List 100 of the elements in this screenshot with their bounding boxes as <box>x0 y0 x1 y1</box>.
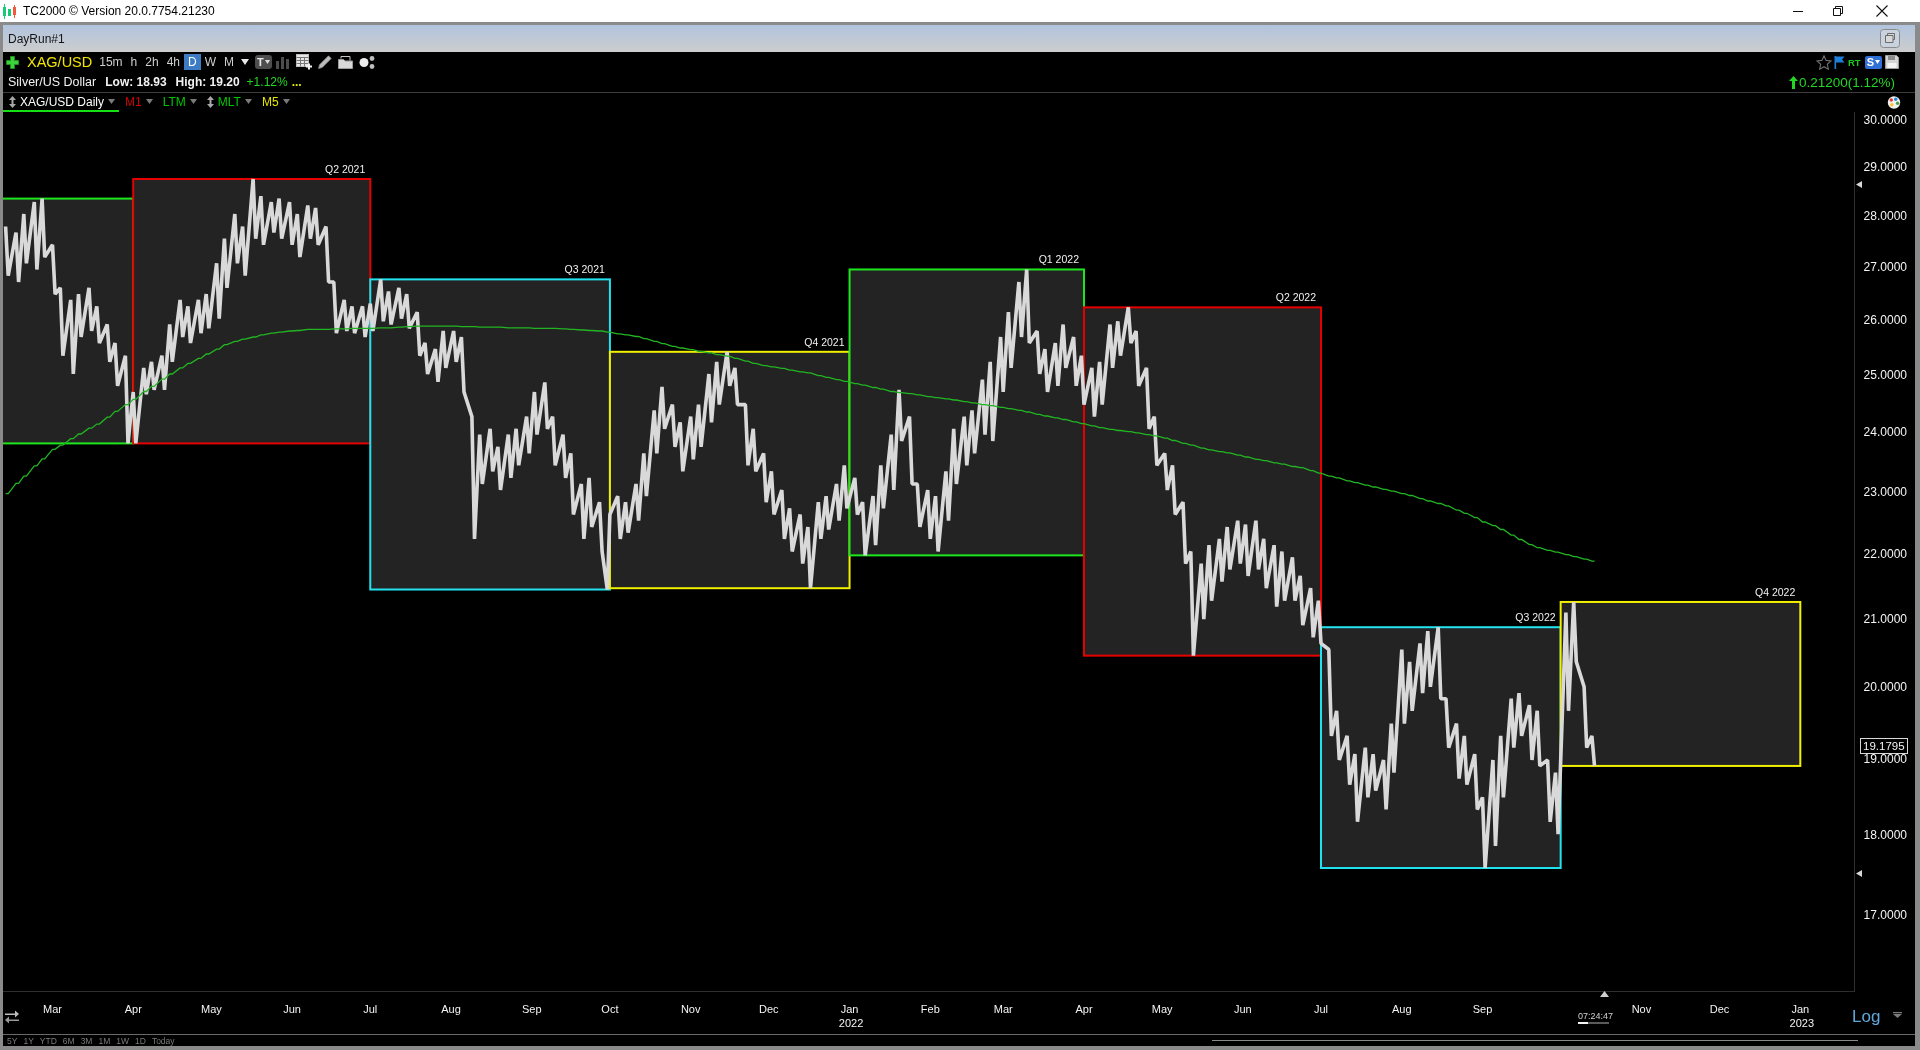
date-axis-label: Jun <box>1234 1003 1252 1015</box>
restore-windows-icon[interactable] <box>1880 29 1900 48</box>
share-icon[interactable] <box>358 55 375 69</box>
date-axis-label: Mar <box>993 1003 1013 1015</box>
date-axis-label: Aug <box>1392 1003 1412 1015</box>
range-button[interactable]: Today <box>148 1035 178 1046</box>
indicator-tab[interactable]: M1 <box>119 93 157 112</box>
quarter-label: Q2 2022 <box>1275 291 1316 304</box>
last-price-tag: 19.1795 <box>1860 738 1908 755</box>
candlestick-logo-icon <box>3 3 17 19</box>
ellipsis-link[interactable]: ... <box>291 75 302 89</box>
date-axis-label: Nov <box>680 1003 701 1015</box>
caret-icon <box>108 99 116 104</box>
range-button[interactable]: YTD <box>36 1035 60 1046</box>
layout-title: DayRun#1 <box>8 31 65 46</box>
timeframe-button[interactable]: W <box>200 54 220 70</box>
save-icon[interactable] <box>1885 55 1899 69</box>
timeframe-button[interactable]: 4h <box>162 54 184 70</box>
high-value: High: 19.20 <box>175 75 240 89</box>
price-axis-label: 28.0000 <box>1863 209 1907 224</box>
text-tool-button[interactable]: T <box>255 55 272 69</box>
date-axis-label: Sep <box>1472 1003 1493 1015</box>
indicator-tab[interactable]: M5 <box>255 93 294 112</box>
star-icon[interactable] <box>1816 54 1832 70</box>
log-scale-toggle[interactable]: Log <box>1852 1007 1881 1027</box>
price-axis-label: 23.0000 <box>1863 484 1907 499</box>
quarter-label: Q3 2021 <box>564 263 605 276</box>
quarter-label: Q4 2022 <box>1755 585 1796 598</box>
range-button[interactable]: 3M <box>77 1035 96 1046</box>
scan-menu-button[interactable]: S <box>1864 55 1882 69</box>
price-axis-label: 17.0000 <box>1863 908 1907 922</box>
timeframe-button[interactable]: 2h <box>141 54 163 70</box>
quarter-label: Q2 2021 <box>325 163 366 175</box>
scrollbar-thumb[interactable] <box>1212 1040 1858 1041</box>
price-axis-label: 21.0000 <box>1863 612 1907 627</box>
pencil-icon[interactable] <box>317 55 332 69</box>
date-axis-label: Apr <box>124 1003 142 1015</box>
caret-icon <box>244 99 252 104</box>
price-axis-label: 24.0000 <box>1863 425 1907 440</box>
price-axis-label: 25.0000 <box>1863 368 1907 383</box>
date-axis-label: Jun <box>283 1003 301 1015</box>
timeframe-button[interactable]: D <box>184 54 201 70</box>
date-axis-label: Feb <box>920 1003 940 1015</box>
caret-icon[interactable] <box>241 59 249 65</box>
price-axis-label: 27.0000 <box>1863 260 1907 275</box>
date-axis-label: Apr <box>1075 1003 1093 1015</box>
instrument-name: Silver/US Dollar <box>8 75 97 89</box>
caret-icon <box>145 99 153 104</box>
price-axis-label: 29.0000 <box>1863 160 1907 175</box>
table-add-icon[interactable] <box>295 54 312 70</box>
indicator-tab[interactable]: LTM <box>156 93 201 112</box>
date-axis-label: Dec <box>1709 1003 1730 1015</box>
bar-countdown-time: 07:24:47 <box>1578 1011 1614 1021</box>
date-axis-label: Jul <box>363 1003 378 1015</box>
date-axis-label: Mar <box>43 1003 62 1015</box>
palette-icon[interactable] <box>1887 96 1901 109</box>
triangle-icon <box>1856 181 1862 188</box>
indicator-tab[interactable]: MLT <box>200 93 256 112</box>
range-button[interactable]: 1Y <box>20 1035 37 1046</box>
range-button[interactable]: 1W <box>113 1035 132 1046</box>
date-axis-label: Dec <box>759 1003 779 1015</box>
timeframe-button[interactable]: M <box>220 54 238 70</box>
date-axis-label: May <box>1151 1003 1173 1015</box>
price-axis-label: 22.0000 <box>1863 547 1907 562</box>
date-axis-label: Sep <box>522 1003 542 1015</box>
swap-arrows-icon[interactable] <box>4 1009 20 1024</box>
range-button[interactable]: 1D <box>132 1035 149 1046</box>
folder-icon[interactable] <box>337 55 353 69</box>
range-button[interactable]: 6M <box>59 1035 78 1046</box>
date-axis-label: Oct <box>601 1003 619 1015</box>
triangle-icon <box>1856 870 1862 877</box>
low-value: Low: 18.93 <box>105 75 167 89</box>
caret-icon <box>1875 60 1880 64</box>
quarter-label: Q4 2021 <box>804 335 845 348</box>
price-axis-label: 19.0000 <box>1863 752 1907 767</box>
caret-icon <box>189 99 197 104</box>
plus-icon[interactable] <box>6 55 19 69</box>
caret-icon <box>282 99 290 104</box>
price-change: 0.21200(1.12%) <box>1798 74 1895 90</box>
window-title: TC2000 © Version 20.0.7754.21230 <box>23 4 215 18</box>
symbol-name[interactable]: XAG/USD <box>27 54 93 70</box>
price-axis-label: 26.0000 <box>1863 313 1907 328</box>
quarter-label: Q3 2022 <box>1515 611 1556 624</box>
range-button[interactable]: 1M <box>95 1035 114 1046</box>
timeframe-button[interactable]: h <box>126 54 142 70</box>
caret-icon <box>264 60 270 64</box>
timeframe-button[interactable]: 15m <box>95 54 127 70</box>
date-axis-label: Jan 2023 <box>1789 1003 1815 1029</box>
date-axis-label: May <box>201 1003 222 1015</box>
realtime-label: RT <box>1848 56 1861 68</box>
date-axis-label: Aug <box>441 1003 461 1015</box>
flag-icon[interactable] <box>1834 55 1845 69</box>
date-axis-label: Nov <box>1631 1003 1652 1015</box>
triangle-icon <box>1600 991 1609 997</box>
range-button[interactable]: 5Y <box>4 1035 21 1046</box>
close-icon[interactable] <box>1876 5 1888 17</box>
price-axis-label: 18.0000 <box>1863 828 1907 842</box>
price-axis-label: 20.0000 <box>1863 680 1907 695</box>
indicator-tab[interactable]: XAG/USD Daily <box>3 93 120 112</box>
restore-icon[interactable] <box>1833 6 1843 16</box>
